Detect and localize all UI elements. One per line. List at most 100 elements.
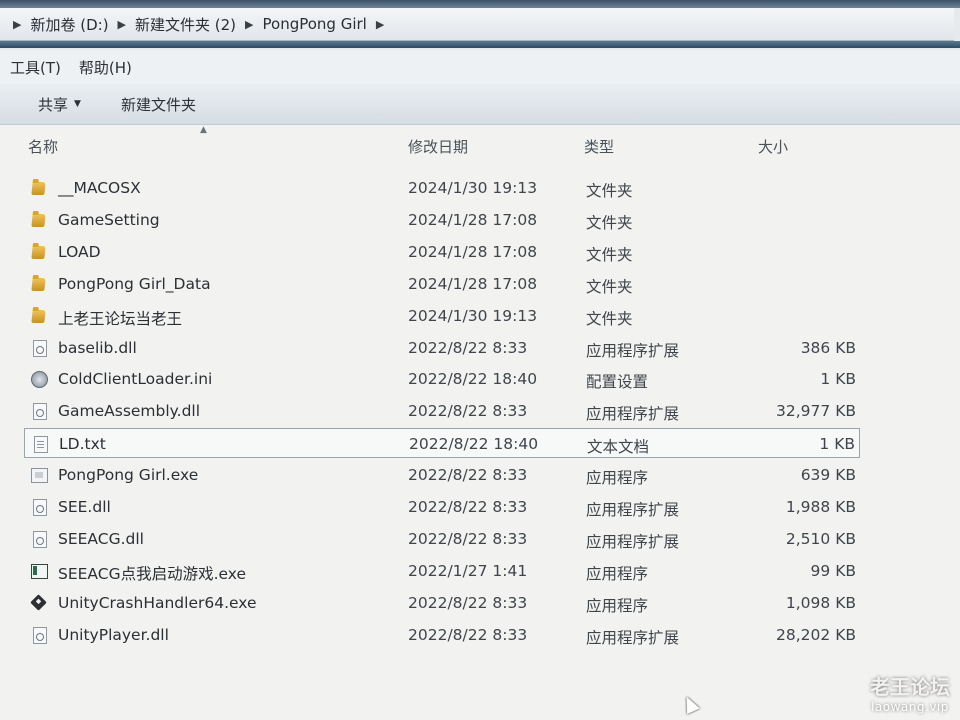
window-frame-band <box>0 41 960 48</box>
file-icon-box <box>30 211 48 229</box>
file-type: 文件夹 <box>586 182 633 200</box>
file-name: 上老王论坛当老王 <box>58 309 183 328</box>
file-size: 32,977 KB <box>776 402 856 421</box>
file-date: 2022/8/22 8:33 <box>408 498 528 516</box>
file-size: 1 KB <box>820 370 856 389</box>
command-bar: 共享 ▼ 新建文件夹 <box>0 84 960 125</box>
file-row[interactable]: PongPong Girl.exe 2022/8/22 8:33 应用程序 639 K… <box>24 460 860 490</box>
dll-icon <box>33 626 47 644</box>
file-row[interactable]: baselib.dll 2022/8/22 8:33 应用程序扩展 386 KB <box>24 333 860 363</box>
menu-bar: 工具(T) 帮助(H) <box>0 50 960 84</box>
breadcrumb-item-current[interactable]: PongPong Girl <box>263 15 367 33</box>
file-date: 2022/8/22 8:33 <box>408 402 528 421</box>
unity-icon <box>30 593 47 611</box>
dll-icon <box>33 403 47 421</box>
file-icon-box <box>31 435 49 454</box>
file-date: 2022/8/22 18:40 <box>408 370 538 389</box>
breadcrumb-chevron-icon[interactable]: ▶ <box>376 18 384 31</box>
file-type: 应用程序 <box>586 469 649 488</box>
watermark-url: laowang.vip <box>871 700 949 714</box>
file-type: 应用程序扩展 <box>586 341 680 360</box>
column-header-date[interactable]: 修改日期 <box>408 136 468 157</box>
file-type: 应用程序 <box>586 564 649 583</box>
file-name: LD.txt <box>59 435 106 454</box>
file-icon-box <box>30 626 48 644</box>
file-row[interactable]: ColdClientLoader.ini 2022/8/22 18:40 配置设置 1… <box>24 364 860 394</box>
file-icon-box <box>30 498 48 516</box>
file-type: 应用程序 <box>586 596 649 615</box>
file-size: 1,988 KB <box>785 498 856 516</box>
file-type: 文件夹 <box>586 277 633 296</box>
file-row[interactable]: LOAD 2024/1/28 17:08 文件夹 <box>24 237 860 267</box>
file-row[interactable]: SEE.dll 2022/8/22 8:33 应用程序扩展 1,988 KB <box>24 492 860 522</box>
file-date: 2022/1/27 1:41 <box>408 561 528 580</box>
breadcrumb-chevron-icon[interactable]: ▶ <box>245 18 253 31</box>
list-header: ▲ 名称 修改日期 类型 大小 <box>0 125 960 167</box>
column-header-name[interactable]: 名称 <box>28 136 58 157</box>
file-name: LOAD <box>58 242 101 261</box>
file-row[interactable]: SEEACG.dll 2022/8/22 8:33 应用程序扩展 2,510 KB <box>24 524 860 554</box>
file-icon-box <box>30 307 48 325</box>
file-row[interactable]: UnityCrashHandler64.exe 2022/8/22 8:33 应用程… <box>24 588 860 618</box>
file-size: 386 KB <box>800 338 856 357</box>
file-list: ▲ 名称 修改日期 类型 大小 __MACOSX 2024/1/30 19:13 文… <box>0 125 960 720</box>
share-button-label: 共享 <box>38 95 69 114</box>
file-name: PongPong Girl.exe <box>58 466 199 485</box>
file-row[interactable]: GameSetting 2024/1/28 17:08 文件夹 <box>24 205 860 235</box>
folder-icon <box>31 309 46 323</box>
text-file-icon <box>34 436 48 454</box>
file-row[interactable]: __MACOSX 2024/1/30 19:13 文件夹 <box>24 173 860 203</box>
new-folder-button[interactable]: 新建文件夹 <box>121 94 196 115</box>
folder-icon <box>31 277 46 291</box>
file-size: 1 KB <box>819 435 855 454</box>
file-name: SEE.dll <box>58 498 111 516</box>
file-icon-box <box>30 466 48 484</box>
file-icon-box <box>30 179 48 197</box>
file-icon-box <box>30 339 48 357</box>
breadcrumb-chevron-icon[interactable]: ▶ <box>118 18 126 31</box>
share-button[interactable]: 共享 ▼ <box>38 94 81 115</box>
address-bar[interactable]: ▶ 新加卷 (D:) ▶ 新建文件夹 (2) ▶ PongPong Girl ▶ <box>0 8 954 41</box>
file-date: 2024/1/28 17:08 <box>408 242 538 261</box>
file-row[interactable]: PongPong Girl_Data 2024/1/28 17:08 文件夹 <box>24 269 860 299</box>
column-header-size[interactable]: 大小 <box>758 136 788 157</box>
sort-up-icon: ▲ <box>200 125 207 135</box>
file-type: 应用程序扩展 <box>586 501 680 519</box>
file-size: 28,202 KB <box>776 625 856 644</box>
file-row[interactable]: UnityPlayer.dll 2022/8/22 8:33 应用程序扩展 28,20… <box>24 620 860 650</box>
file-date: 2024/1/30 19:13 <box>408 179 538 197</box>
file-icon-box <box>30 530 48 548</box>
exe-icon <box>31 468 48 484</box>
file-size: 2,510 KB <box>785 529 856 548</box>
file-row[interactable]: 上老王论坛当老王 2024/1/30 19:13 文件夹 <box>24 301 860 331</box>
window-frame-top <box>0 0 960 8</box>
breadcrumb-chevron-icon[interactable]: ▶ <box>13 18 21 31</box>
file-row[interactable]: GameAssembly.dll 2022/8/22 8:33 应用程序扩展 32,9… <box>24 396 860 426</box>
file-date: 2022/8/22 18:40 <box>409 435 539 454</box>
watermark-title: 老王论坛 <box>870 675 950 699</box>
menu-tools[interactable]: 工具(T) <box>10 57 61 78</box>
file-type: 文本文档 <box>587 438 650 457</box>
file-icon-box <box>30 370 48 389</box>
file-row[interactable]: LD.txt 2022/8/22 18:40 文本文档 1 KB <box>24 428 860 459</box>
file-name: UnityCrashHandler64.exe <box>58 593 257 612</box>
app-window-icon <box>31 563 48 579</box>
file-date: 2024/1/28 17:08 <box>408 210 538 229</box>
forum-watermark: 老王论坛 laowang.vip <box>870 671 950 714</box>
folder-icon <box>31 213 46 227</box>
file-name: GameAssembly.dll <box>58 402 201 421</box>
file-icon-box <box>30 402 48 421</box>
file-name: UnityPlayer.dll <box>58 625 169 644</box>
file-name: SEEACG点我启动游戏.exe <box>58 564 247 583</box>
file-name: SEEACG.dll <box>58 529 144 548</box>
file-date: 2022/8/22 8:33 <box>408 466 528 485</box>
breadcrumb-item-drive[interactable]: 新加卷 (D:) <box>30 14 108 35</box>
file-icon-box <box>30 562 48 580</box>
file-row[interactable]: SEEACG点我启动游戏.exe 2022/1/27 1:41 应用程序 99 KB <box>24 556 860 586</box>
menu-help[interactable]: 帮助(H) <box>79 57 132 78</box>
file-icon-box <box>30 243 48 261</box>
breadcrumb-item-folder[interactable]: 新建文件夹 (2) <box>135 14 236 35</box>
file-date: 2022/8/22 8:33 <box>408 625 528 644</box>
file-name: PongPong Girl_Data <box>58 274 211 293</box>
column-header-type[interactable]: 类型 <box>584 136 614 157</box>
